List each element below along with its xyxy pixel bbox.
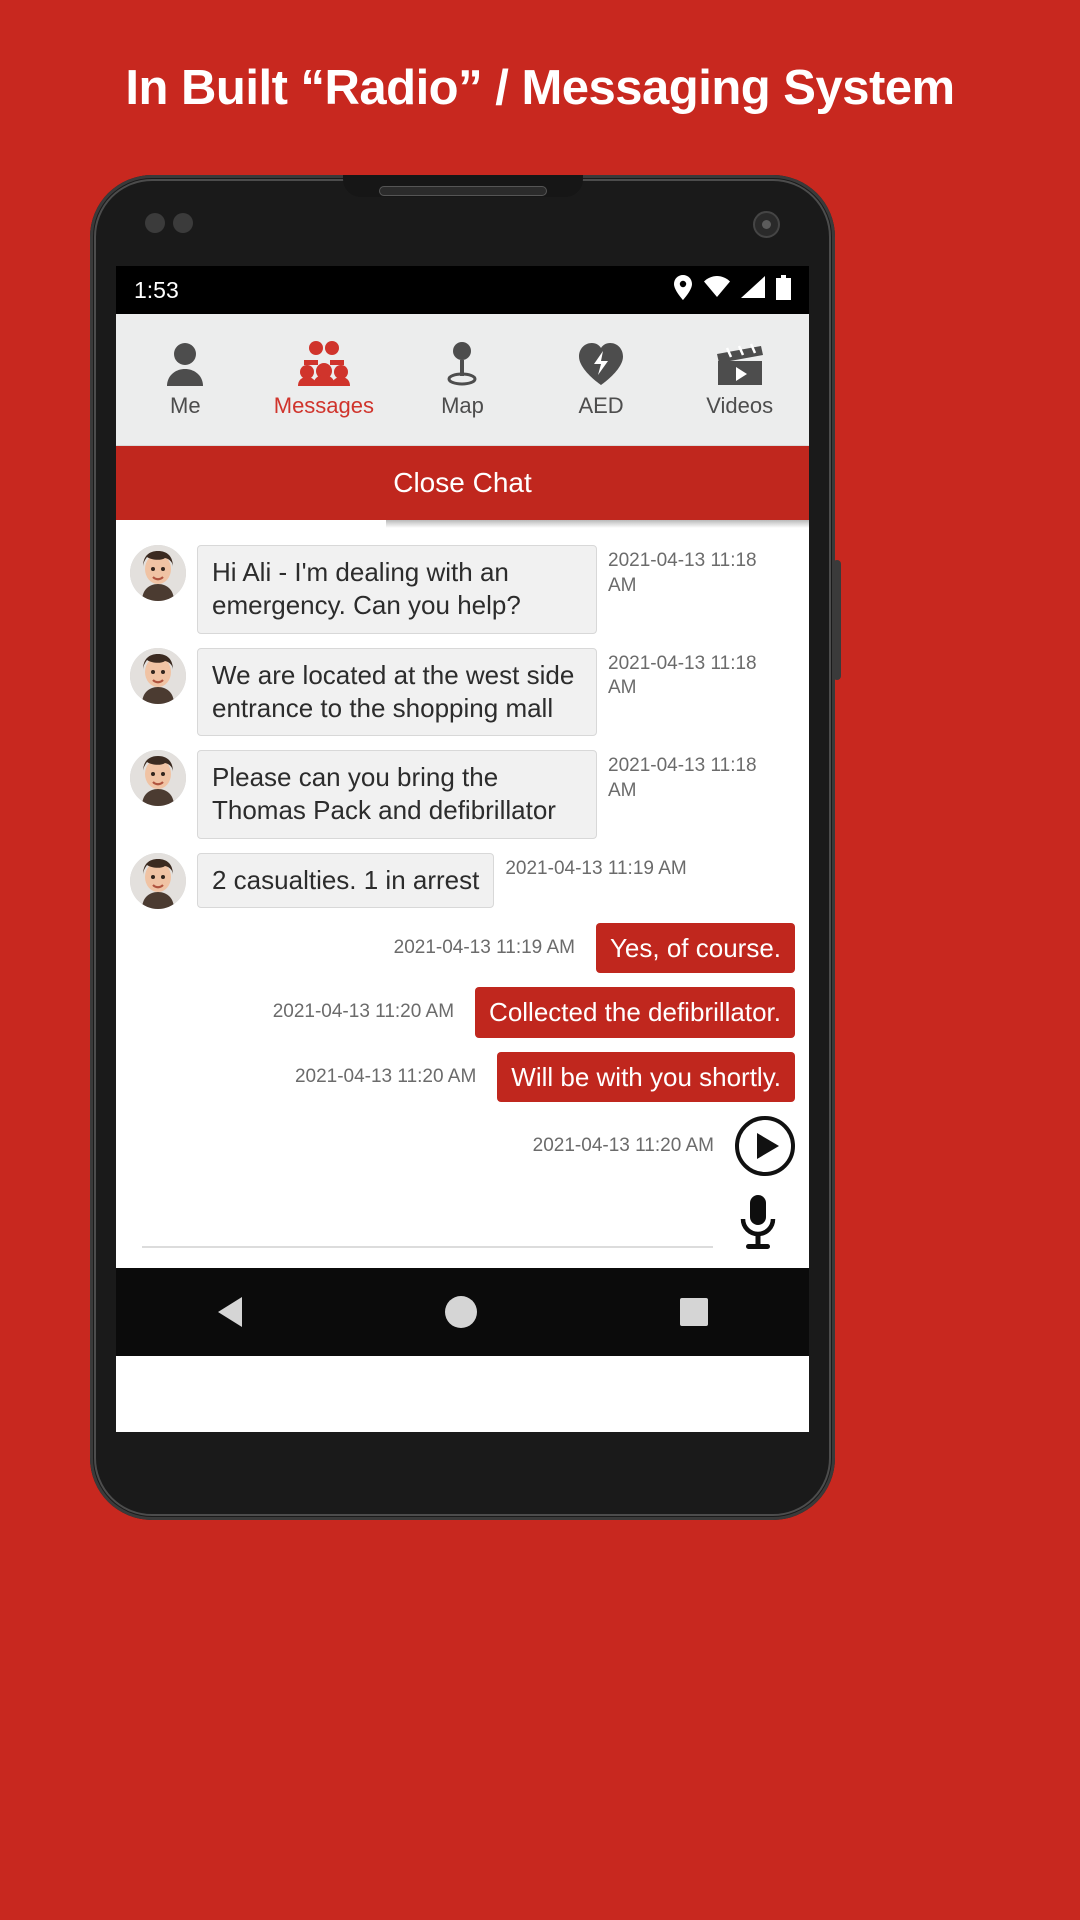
map-pin-icon xyxy=(445,340,479,386)
tab-label-videos: Videos xyxy=(706,393,774,418)
message-bubble: Collected the defibrillator. xyxy=(475,987,795,1038)
avatar-photo xyxy=(130,545,186,601)
message-timestamp: 2021-04-13 11:20 AM xyxy=(294,1065,477,1087)
avatar xyxy=(130,852,186,909)
battery-icon xyxy=(776,274,791,306)
message-row: 2021-04-13 11:20 AM Will be with you sho… xyxy=(116,1045,809,1110)
play-icon[interactable] xyxy=(735,1116,795,1176)
message-bubble: We are located at the west side entrance… xyxy=(197,647,597,737)
status-time: 1:53 xyxy=(134,276,179,303)
message-timestamp: 2021-04-13 11:19 AM xyxy=(505,857,687,879)
message-row: Please can you bring the Thomas Pack and… xyxy=(116,743,809,846)
avatar xyxy=(130,647,186,704)
microphone-icon[interactable] xyxy=(731,1191,785,1253)
message-row: 2021-04-13 11:20 AM Collected the defibr… xyxy=(116,980,809,1045)
message-timestamp: 2021-04-13 11:18 AM xyxy=(608,755,757,801)
signal-icon xyxy=(741,276,765,304)
message-row: 2 casualties. 1 in arrest 2021-04-13 11:… xyxy=(116,846,809,916)
message-timestamp: 2021-04-13 11:19 AM xyxy=(393,936,575,958)
app-tab-bar[interactable]: Me Messages Map AED Videos xyxy=(116,314,809,446)
message-timestamp: 2021-04-13 11:18 AM xyxy=(608,550,757,596)
message-bubble: Yes, of course. xyxy=(595,922,795,974)
message-bubble: Will be with you shortly. xyxy=(497,1051,795,1103)
message-input[interactable] xyxy=(142,1196,713,1248)
tab-map[interactable]: Map xyxy=(393,314,532,445)
tab-aed[interactable]: AED xyxy=(532,314,671,445)
message-bubble: Hi Ali - I'm dealing with an emergency. … xyxy=(197,545,597,634)
message-timestamp: 2021-04-13 11:18 AM xyxy=(608,652,757,699)
front-camera-icon xyxy=(753,211,780,238)
avatar-photo xyxy=(130,647,186,704)
group-people-icon xyxy=(297,340,350,386)
clapperboard-icon xyxy=(715,340,765,386)
message-row: Hi Ali - I'm dealing with an emergency. … xyxy=(116,538,809,641)
chat-message-list[interactable]: Hi Ali - I'm dealing with an emergency. … xyxy=(116,528,809,1176)
phone-screen: 1:53 Me Messages Map AED Videos Close Ch… xyxy=(116,266,809,1432)
message-row: We are located at the west side entrance… xyxy=(116,641,809,744)
message-bubble: 2 casualties. 1 in arrest xyxy=(197,852,495,908)
page-title: In Built “Radio” / Messaging System xyxy=(125,61,955,115)
status-bar: 1:53 xyxy=(116,266,809,314)
phone-earpiece-speaker xyxy=(378,186,547,196)
message-timestamp: 2021-04-13 11:20 AM xyxy=(532,1134,714,1156)
message-bubble: Please can you bring the Thomas Pack and… xyxy=(197,750,597,839)
close-chat-button[interactable]: Close Chat xyxy=(116,446,809,520)
back-triangle-icon[interactable] xyxy=(217,1297,242,1327)
status-icons xyxy=(673,274,791,306)
phone-device-frame: 1:53 Me Messages Map AED Videos Close Ch… xyxy=(90,175,841,1520)
tab-label-messages: Messages xyxy=(273,393,375,418)
tab-messages[interactable]: Messages xyxy=(255,314,394,445)
message-composer[interactable] xyxy=(116,1176,809,1268)
phone-sensor-dots xyxy=(145,213,205,235)
location-icon xyxy=(673,274,693,306)
chat-header-shadow xyxy=(386,520,809,528)
person-icon xyxy=(165,340,205,386)
recents-square-icon[interactable] xyxy=(679,1298,708,1326)
message-row: 2021-04-13 11:19 AM Yes, of course. xyxy=(116,916,809,981)
android-nav-bar[interactable] xyxy=(116,1268,809,1356)
wifi-icon xyxy=(704,276,730,304)
power-button[interactable] xyxy=(833,560,841,680)
avatar-photo xyxy=(130,750,186,807)
avatar xyxy=(130,750,186,807)
heart-bolt-icon xyxy=(578,340,624,386)
voice-message-row[interactable]: 2021-04-13 11:20 AM xyxy=(116,1109,809,1176)
home-circle-icon[interactable] xyxy=(444,1296,477,1328)
tab-label-aed: AED xyxy=(578,393,624,418)
avatar-photo xyxy=(130,852,186,909)
tab-videos[interactable]: Videos xyxy=(670,314,809,445)
close-chat-label: Close Chat xyxy=(393,467,532,498)
tab-me[interactable]: Me xyxy=(116,314,255,445)
message-timestamp: 2021-04-13 11:20 AM xyxy=(272,1001,455,1022)
tab-label-map: Map xyxy=(441,393,484,418)
tab-label-me: Me xyxy=(170,393,201,418)
avatar xyxy=(130,545,186,601)
screenshot-root: In Built “Radio” / Messaging System 1:53 xyxy=(0,0,1080,1920)
